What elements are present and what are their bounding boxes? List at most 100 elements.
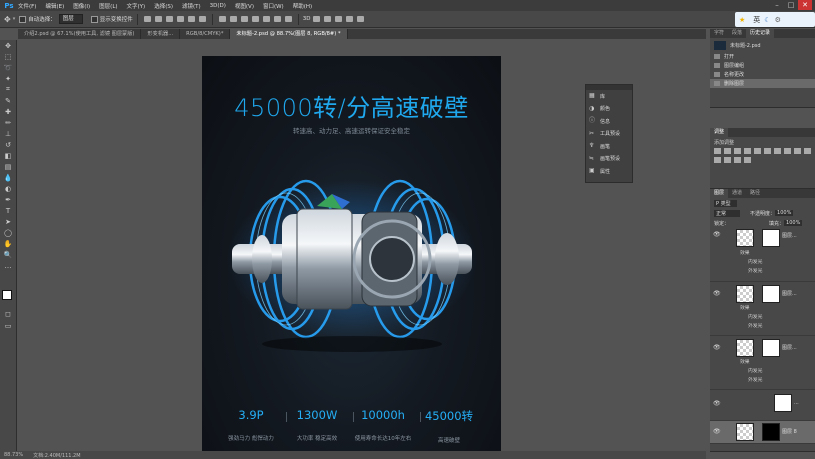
fx-inner-glow[interactable]: 内发光 xyxy=(748,313,762,320)
ime-indicator[interactable]: ★ 英 ☾ ⚙ xyxy=(735,12,815,27)
minimize-icon[interactable]: – xyxy=(770,0,784,10)
menu-image[interactable]: 图像(I) xyxy=(73,2,90,10)
panel-info[interactable]: ⓘ 信息 xyxy=(586,115,632,128)
maximize-icon[interactable]: □ xyxy=(784,0,798,10)
3d-rotate-icon[interactable] xyxy=(312,16,320,22)
screen-mode-icon[interactable]: ▭ xyxy=(0,320,16,331)
healing-tool-icon[interactable]: ✚ xyxy=(0,106,16,117)
quick-mask-icon[interactable]: ◻ xyxy=(0,308,16,319)
channel-mixer-adjust-icon[interactable] xyxy=(804,148,811,154)
eraser-tool-icon[interactable]: ◧ xyxy=(0,150,16,161)
vibrance-adjust-icon[interactable] xyxy=(754,148,761,154)
layer-row[interactable]: 👁 图层... 效果 内发光 外发光 xyxy=(710,282,815,336)
exposure-adjust-icon[interactable] xyxy=(744,148,751,154)
history-item[interactable]: 名称更改 xyxy=(710,70,815,79)
history-item-selected[interactable]: 删除图层 xyxy=(710,79,815,88)
align-hcenter-icon[interactable] xyxy=(187,16,195,22)
lasso-tool-icon[interactable]: ➰ xyxy=(0,62,16,73)
color-balance-adjust-icon[interactable] xyxy=(774,148,781,154)
eyedropper-tool-icon[interactable]: ✎ xyxy=(0,95,16,106)
hue-adjust-icon[interactable] xyxy=(764,148,771,154)
menu-file[interactable]: 文件(F) xyxy=(18,2,36,10)
move-tool-icon[interactable]: ✥ xyxy=(4,15,11,24)
tab-doc-2[interactable]: 形变机器... xyxy=(141,29,181,39)
3d-drag-icon[interactable] xyxy=(334,16,342,22)
tab-doc-3[interactable]: RGB/8/CMYK)* xyxy=(180,29,231,39)
3d-scale-icon[interactable] xyxy=(356,16,364,22)
visibility-eye-icon[interactable]: 👁 xyxy=(713,344,721,351)
tool-preset-dropdown[interactable]: ▾ xyxy=(13,16,16,22)
tab-character[interactable]: 字符 xyxy=(710,29,728,38)
fx-inner-glow[interactable]: 内发光 xyxy=(748,367,762,374)
auto-select-checkbox[interactable] xyxy=(19,15,27,23)
layer-row[interactable]: 👁 ... xyxy=(710,390,815,421)
history-snapshot[interactable]: 未标题-2.psd xyxy=(710,38,815,52)
clone-stamp-tool-icon[interactable]: ⊥ xyxy=(0,128,16,139)
tab-layers[interactable]: 图层 xyxy=(710,189,729,198)
more-tools-icon[interactable]: … xyxy=(0,260,16,271)
auto-align-icon[interactable] xyxy=(284,16,292,22)
threshold-adjust-icon[interactable] xyxy=(734,157,741,163)
menu-help[interactable]: 帮助(H) xyxy=(293,2,312,10)
close-icon[interactable]: ✕ xyxy=(798,0,812,10)
visibility-eye-icon[interactable]: 👁 xyxy=(713,231,721,238)
distribute-hcenter-icon[interactable] xyxy=(262,16,270,22)
align-bottom-icon[interactable] xyxy=(165,16,173,22)
gradient-tool-icon[interactable]: ▤ xyxy=(0,161,16,172)
panel-brush[interactable]: ♆ 画笔 xyxy=(586,140,632,153)
history-brush-tool-icon[interactable]: ↺ xyxy=(0,139,16,150)
opacity-input[interactable]: 100% xyxy=(775,210,794,216)
menu-type[interactable]: 文字(Y) xyxy=(127,2,146,10)
fx-outer-glow[interactable]: 外发光 xyxy=(748,267,762,274)
zoom-level[interactable]: 88.73% xyxy=(4,452,23,458)
tab-paragraph[interactable]: 段落 xyxy=(728,29,746,38)
visibility-eye-icon[interactable]: 👁 xyxy=(713,290,721,297)
layer-row[interactable]: 👁 图层... 效果 内发光 外发光 xyxy=(710,336,815,390)
blur-tool-icon[interactable]: 💧 xyxy=(0,172,16,183)
magic-wand-tool-icon[interactable]: ✦ xyxy=(0,73,16,84)
align-top-icon[interactable] xyxy=(143,16,151,22)
menu-filter[interactable]: 滤镜(T) xyxy=(182,2,201,10)
menu-edit[interactable]: 编辑(E) xyxy=(45,2,64,10)
poster-canvas[interactable]: 45000转/分高速破壁 转速高、动力足、高速运转保证安全稳定 3.9P 强劲马… xyxy=(202,56,501,451)
gradient-map-adjust-icon[interactable] xyxy=(744,157,751,163)
foreground-color-swatch[interactable] xyxy=(2,290,12,300)
3d-roll-icon[interactable] xyxy=(323,16,331,22)
distribute-top-icon[interactable] xyxy=(218,16,226,22)
fx-inner-glow[interactable]: 内发光 xyxy=(748,258,762,265)
history-item[interactable]: 图层编组 xyxy=(710,61,815,70)
levels-adjust-icon[interactable] xyxy=(724,148,731,154)
bw-adjust-icon[interactable] xyxy=(784,148,791,154)
menu-view[interactable]: 视图(V) xyxy=(235,2,254,10)
3d-slide-icon[interactable] xyxy=(345,16,353,22)
photo-filter-adjust-icon[interactable] xyxy=(794,148,801,154)
crop-tool-icon[interactable]: ⌗ xyxy=(0,84,16,95)
layer-row[interactable]: 👁 图层... 效果 内发光 外发光 xyxy=(710,228,815,282)
menu-3d[interactable]: 3D(D) xyxy=(210,3,226,9)
fill-input[interactable]: 100% xyxy=(784,220,803,226)
layer-filter-dropdown[interactable]: P 类型 xyxy=(714,199,737,207)
curves-adjust-icon[interactable] xyxy=(734,148,741,154)
marquee-tool-icon[interactable]: ⬚ xyxy=(0,51,16,62)
brightness-adjust-icon[interactable] xyxy=(714,148,721,154)
move-tool-icon[interactable]: ✥ xyxy=(0,40,16,51)
history-item[interactable]: 打开 xyxy=(710,52,815,61)
tab-adjustments[interactable]: 调整 xyxy=(710,128,729,137)
fx-outer-glow[interactable]: 外发光 xyxy=(748,376,762,383)
menu-select[interactable]: 选择(S) xyxy=(154,2,173,10)
show-transform-checkbox[interactable] xyxy=(90,15,98,23)
distribute-bottom-icon[interactable] xyxy=(240,16,248,22)
brush-tool-icon[interactable]: ✏ xyxy=(0,117,16,128)
hand-tool-icon[interactable]: ✋ xyxy=(0,238,16,249)
panel-color[interactable]: ◑ 颜色 xyxy=(586,103,632,116)
shape-tool-icon[interactable]: ◯ xyxy=(0,227,16,238)
pen-tool-icon[interactable]: ✒ xyxy=(0,194,16,205)
auto-select-dropdown[interactable]: 图层 xyxy=(58,14,83,24)
align-left-icon[interactable] xyxy=(176,16,184,22)
tab-doc-1[interactable]: 介绍2.psd @ 67.1%(使用工具, 滤镜 图层蒙版) xyxy=(18,29,142,39)
panel-libraries[interactable]: ▦ 库 xyxy=(586,90,632,103)
menu-layer[interactable]: 图层(L) xyxy=(99,2,117,10)
path-selection-tool-icon[interactable]: ➤ xyxy=(0,216,16,227)
visibility-eye-icon[interactable]: 👁 xyxy=(713,400,721,407)
tab-paths[interactable]: 路径 xyxy=(746,189,764,198)
